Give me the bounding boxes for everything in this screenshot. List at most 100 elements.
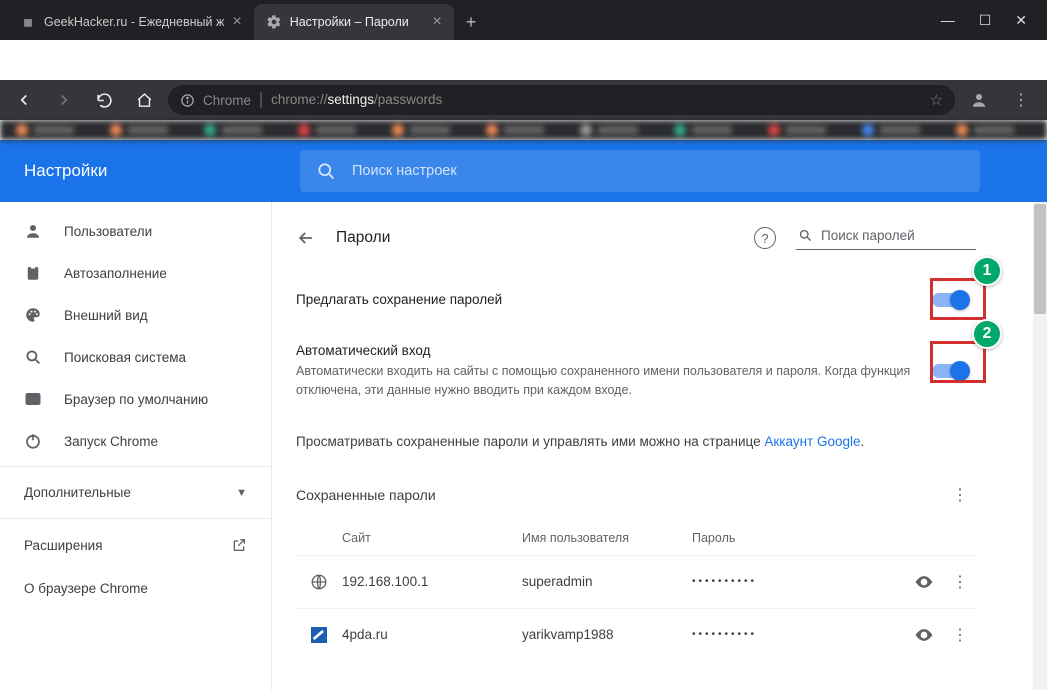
browser-tabs: ◼ GeekHacker.ru - Ежедневный ж × Настрой… [0,0,907,40]
home-button[interactable] [128,84,160,116]
offer-save-passwords-row: Предлагать сохранение паролей 1 [296,274,976,325]
clipboard-icon [24,264,44,282]
saved-passwords-more-button[interactable]: ⋮ [944,481,976,509]
sidebar-item-label: О браузере Chrome [24,581,148,596]
external-link-icon [231,537,247,553]
scrollbar-thumb[interactable] [1034,204,1046,314]
bookmark-star-icon[interactable]: ☆ [930,91,943,109]
person-icon [24,222,44,240]
search-icon [316,161,336,181]
annotation-box-2 [930,341,986,383]
sidebar-item-startup[interactable]: Запуск Chrome [0,420,271,462]
browser-menu-button[interactable]: ⋮ [1003,90,1039,110]
sidebar-item-label: Пользователи [64,224,152,239]
back-button[interactable] [8,84,40,116]
password-search-input[interactable] [821,228,998,243]
saved-passwords-header: Сохраненные пароли ⋮ [296,465,976,517]
col-password: Пароль [692,531,976,545]
minimize-button[interactable]: ― [941,12,955,28]
profile-button[interactable] [963,84,995,116]
sidebar-extensions[interactable]: Расширения [0,523,271,567]
sidebar-about[interactable]: О браузере Chrome [0,567,271,610]
new-tab-button[interactable]: + [454,4,489,40]
close-icon[interactable]: × [232,13,241,31]
sidebar-item-search[interactable]: Поисковая система [0,336,271,378]
back-arrow-button[interactable] [296,228,316,248]
chevron-down-icon: ▼ [236,487,247,499]
help-button[interactable]: ? [754,227,776,249]
saved-passwords-title: Сохраненные пароли [296,487,436,503]
sidebar-item-appearance[interactable]: Внешний вид [0,294,271,336]
close-window-button[interactable]: ✕ [1015,12,1027,29]
username: yarikvamp1988 [522,627,692,642]
annotation-badge-1: 1 [972,256,1002,286]
sidebar-item-label: Дополнительные [24,485,131,500]
sidebar-item-label: Внешний вид [64,308,148,323]
site-name: 4pda.ru [342,627,522,642]
search-icon [798,228,813,243]
show-password-button[interactable] [904,625,944,645]
show-password-button[interactable] [904,572,944,592]
site-name: 192.168.100.1 [342,574,522,589]
sidebar-item-autofill[interactable]: Автозаполнение [0,252,271,294]
row-description: Автоматически входить на сайты с помощью… [296,362,916,400]
sidebar-item-label: Расширения [24,538,103,553]
password-row[interactable]: 192.168.100.1 superadmin •••••••••• ⋮ [296,555,976,608]
settings-search[interactable] [300,150,980,192]
panel-header: Пароли ? [296,222,976,254]
maximize-button[interactable]: ☐ [979,12,992,29]
search-icon [24,348,44,366]
tab-title: Настройки – Пароли [290,15,425,29]
settings-title: Настройки [0,161,300,181]
row-more-button[interactable]: ⋮ [944,568,976,596]
settings-main: Пароли ? Предлагать сохранение паролей 1 [272,202,1047,690]
panel-title: Пароли [336,229,390,247]
address-bar: Chrome | chrome://settings/passwords ☆ ⋮ [0,80,1047,120]
scrollbar[interactable] [1033,202,1047,690]
row-label: Предлагать сохранение паролей [296,292,916,307]
browser-icon [24,390,44,408]
settings-search-input[interactable] [352,163,964,179]
sidebar-item-label: Поисковая система [64,350,186,365]
password-masked: •••••••••• [692,629,904,640]
reload-button[interactable] [88,84,120,116]
forward-button[interactable] [48,84,80,116]
palette-icon [24,306,44,324]
gear-icon [266,14,282,30]
info-icon [180,93,195,108]
sidebar-item-label: Запуск Chrome [64,434,158,449]
site-favicon [296,627,342,643]
col-user: Имя пользователя [522,531,692,545]
bookmarks-bar[interactable] [0,120,1047,140]
sidebar-item-default-browser[interactable]: Браузер по умолчанию [0,378,271,420]
google-account-link[interactable]: Аккаунт Google [764,434,860,449]
url-scheme: Chrome [203,93,251,108]
close-icon[interactable]: × [432,13,441,31]
tab-title: GeekHacker.ru - Ежедневный ж [44,15,224,29]
sidebar-item-label: Автозаполнение [64,266,167,281]
auto-signin-row: Автоматический вход Автоматически входит… [296,325,976,418]
password-row[interactable]: 4pda.ru yarikvamp1988 •••••••••• ⋮ [296,608,976,661]
settings-header: Настройки [0,140,1047,202]
favicon-geekhacker: ◼ [20,14,36,30]
sidebar-item-users[interactable]: Пользователи [0,210,271,252]
password-search[interactable] [796,226,976,250]
username: superadmin [522,574,692,589]
col-site: Сайт [342,531,522,545]
settings-sidebar: Пользователи Автозаполнение Внешний вид … [0,202,272,690]
row-more-button[interactable]: ⋮ [944,621,976,649]
password-masked: •••••••••• [692,576,904,587]
url-input[interactable]: Chrome | chrome://settings/passwords ☆ [168,85,955,115]
sidebar-item-label: Браузер по умолчанию [64,392,208,407]
sidebar-advanced[interactable]: Дополнительные ▼ [0,471,271,514]
manage-passwords-info: Просматривать сохраненные пароли и управ… [296,418,976,465]
annotation-badge-2: 2 [972,319,1002,349]
tab-settings[interactable]: Настройки – Пароли × [254,4,454,40]
url-path: chrome://settings/passwords [271,91,442,109]
annotation-box-1 [930,278,986,320]
power-icon [24,432,44,450]
row-label: Автоматический вход [296,343,916,358]
password-table-header: Сайт Имя пользователя Пароль [296,517,976,555]
tab-geekhacker[interactable]: ◼ GeekHacker.ru - Ежедневный ж × [8,4,254,40]
globe-icon [296,573,342,591]
